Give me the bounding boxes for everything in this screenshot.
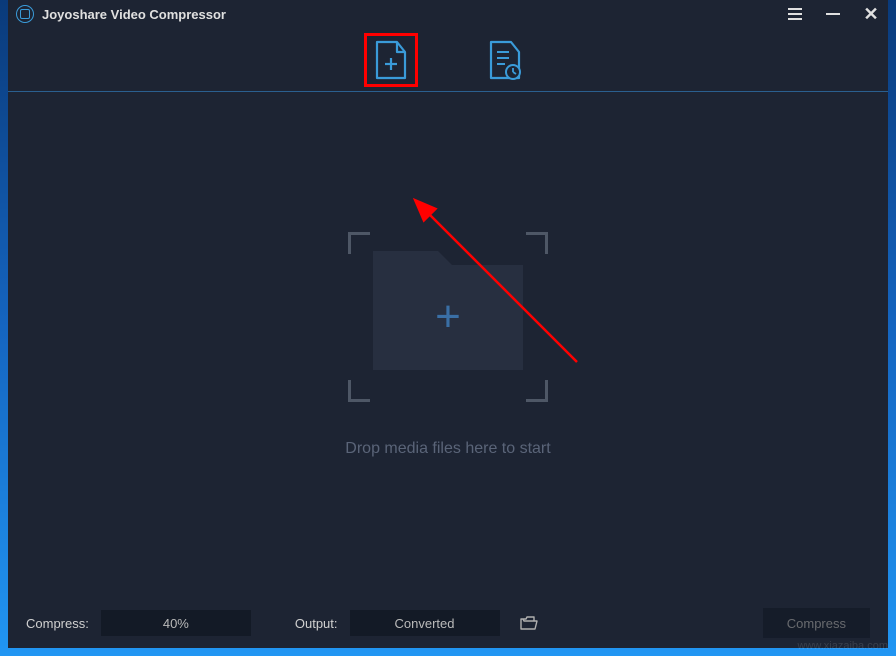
compress-button-label: Compress (787, 616, 846, 631)
folder-open-icon (520, 616, 538, 630)
history-icon (487, 40, 523, 80)
output-label: Output: (295, 616, 338, 631)
compress-label: Compress: (26, 616, 89, 631)
menu-button[interactable] (786, 5, 804, 23)
app-title: Joyoshare Video Compressor (42, 7, 786, 22)
drop-frame: + (348, 232, 548, 402)
minimize-button[interactable] (824, 5, 842, 23)
tab-history[interactable] (478, 33, 532, 87)
frame-corner (526, 232, 548, 254)
main-area: + Drop media files here to start (8, 92, 888, 598)
tab-add-file[interactable] (364, 33, 418, 87)
top-tabs (8, 28, 888, 92)
output-value: Converted (395, 616, 455, 631)
window-controls: ✕ (786, 5, 880, 23)
compress-button[interactable]: Compress (763, 608, 870, 638)
drop-hint: Drop media files here to start (345, 440, 550, 458)
add-file-icon (373, 40, 409, 80)
app-window: Joyoshare Video Compressor ✕ (8, 0, 888, 648)
minimize-icon (826, 13, 840, 15)
drop-zone[interactable]: + Drop media files here to start (345, 232, 550, 458)
frame-corner (348, 380, 370, 402)
close-icon: ✕ (863, 5, 878, 23)
folder-icon: + (373, 265, 523, 370)
app-logo-icon (16, 5, 34, 23)
title-bar: Joyoshare Video Compressor ✕ (8, 0, 888, 28)
plus-icon: + (435, 295, 461, 339)
compress-value: 40% (163, 616, 189, 631)
output-value-field[interactable]: Converted (350, 610, 500, 636)
close-button[interactable]: ✕ (862, 5, 880, 23)
open-output-folder-button[interactable] (518, 612, 540, 634)
frame-corner (526, 380, 548, 402)
frame-corner (348, 232, 370, 254)
menu-icon (788, 8, 802, 20)
compress-value-field[interactable]: 40% (101, 610, 251, 636)
bottom-bar: Compress: 40% Output: Converted Compress (8, 598, 888, 648)
